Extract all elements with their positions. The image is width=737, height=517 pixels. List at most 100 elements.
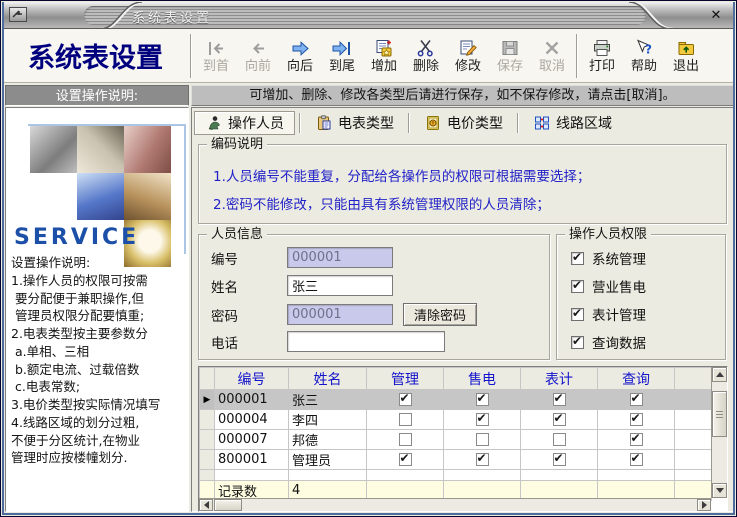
save-button[interactable]: 保存 [489, 32, 531, 80]
cell-id[interactable]: 000001 [215, 390, 289, 410]
scroll-up-button[interactable] [712, 367, 727, 382]
cell-perm-meter[interactable] [521, 410, 598, 430]
down-arrow-icon [716, 488, 724, 493]
row-selector[interactable] [200, 450, 215, 470]
cell-perm-query[interactable] [598, 410, 675, 430]
print-button[interactable]: 打印 [581, 32, 623, 80]
cancel-button[interactable]: 取消 [531, 32, 573, 80]
tab-meter-types[interactable]: 电表类型 [305, 111, 404, 135]
cell-name[interactable]: 张三 [289, 390, 367, 410]
cell-perm-query[interactable] [598, 390, 675, 410]
column-header[interactable]: 编号 [215, 368, 289, 390]
checkbox[interactable] [553, 453, 566, 466]
cell-perm-query[interactable] [598, 450, 675, 470]
scroll-right-button[interactable] [697, 499, 711, 511]
number-field[interactable] [287, 247, 393, 268]
permission-item[interactable]: 查询数据 [571, 332, 646, 352]
coding-note-1: 1.人员编号不能重复，分配给各操作员的权限可根据需要选择； [213, 165, 590, 185]
checkbox[interactable] [399, 433, 412, 446]
checkbox[interactable] [630, 433, 643, 446]
checkbox-label: 营业售电 [592, 276, 646, 296]
help-button[interactable]: ? 帮助 [623, 32, 665, 80]
cell-name[interactable]: 邦德 [289, 430, 367, 450]
checkbox[interactable] [399, 453, 412, 466]
cell-id[interactable]: 000004 [215, 410, 289, 430]
column-header[interactable]: 表计 [521, 368, 598, 390]
scroll-down-button[interactable] [712, 483, 727, 498]
close-button[interactable]: ✕ [706, 6, 726, 25]
permission-item[interactable]: 系统管理 [571, 248, 646, 268]
checkbox[interactable] [571, 336, 584, 349]
tab-line-areas[interactable]: 线路区域 [523, 111, 622, 135]
add-button[interactable]: 增加 [363, 32, 405, 80]
cell-perm-sales[interactable] [444, 390, 521, 410]
tab-operators[interactable]: 操作人员 [194, 111, 295, 135]
scroll-left-button[interactable] [199, 499, 213, 511]
horizontal-scroll-thumb[interactable] [214, 499, 242, 511]
row-selector[interactable] [200, 410, 215, 430]
tab-price-types[interactable]: 电价类型 [414, 111, 513, 135]
cell-perm-meter[interactable] [521, 390, 598, 410]
toolbar-button-label: 增加 [371, 60, 397, 73]
checkbox[interactable] [553, 433, 566, 446]
checkbox[interactable] [571, 280, 584, 293]
cell-id[interactable]: 000007 [215, 430, 289, 450]
cell-id[interactable]: 800001 [215, 450, 289, 470]
cell-name[interactable]: 李四 [289, 410, 367, 430]
checkbox[interactable] [476, 413, 489, 426]
permission-item[interactable]: 表计管理 [571, 304, 646, 324]
cell-perm-query[interactable] [598, 430, 675, 450]
goto-first-button[interactable]: 到首 [195, 32, 237, 80]
cell-perm-manage[interactable] [367, 450, 444, 470]
cell-perm-manage[interactable] [367, 430, 444, 450]
clear-password-button[interactable]: 清除密码 [403, 303, 477, 326]
checkbox[interactable] [476, 433, 489, 446]
checkbox[interactable] [571, 308, 584, 321]
checkbox[interactable] [630, 453, 643, 466]
vertical-scrollbar[interactable] [711, 367, 727, 498]
cell-perm-manage[interactable] [367, 410, 444, 430]
checkbox[interactable] [399, 413, 412, 426]
cell-perm-meter[interactable] [521, 430, 598, 450]
password-field[interactable] [287, 304, 393, 325]
column-header[interactable]: 售电 [444, 368, 521, 390]
checkbox[interactable] [476, 453, 489, 466]
previous-button[interactable]: 向前 [237, 32, 279, 80]
cell-extra [675, 390, 712, 410]
next-button[interactable]: 向后 [279, 32, 321, 80]
table-row[interactable]: 000004 李四 [200, 410, 712, 430]
permission-item[interactable]: 营业售电 [571, 276, 646, 296]
column-header[interactable]: 查询 [598, 368, 675, 390]
table-row[interactable]: ▶ 000001 张三 [200, 390, 712, 410]
checkbox[interactable] [630, 413, 643, 426]
checkbox[interactable] [476, 393, 489, 406]
checkbox[interactable] [571, 252, 584, 265]
cell-name[interactable]: 管理员 [289, 450, 367, 470]
table-row[interactable]: 000007 邦德 [200, 430, 712, 450]
name-field[interactable] [287, 275, 393, 296]
table-row[interactable]: 800001 管理员 [200, 450, 712, 470]
checkbox[interactable] [553, 393, 566, 406]
goto-last-button[interactable]: 到尾 [321, 32, 363, 80]
previous-icon [248, 38, 268, 58]
cell-perm-sales[interactable] [444, 430, 521, 450]
cell-perm-manage[interactable] [367, 390, 444, 410]
checkbox[interactable] [399, 393, 412, 406]
checkbox[interactable] [630, 393, 643, 406]
delete-button[interactable]: 删除 [405, 32, 447, 80]
exit-button[interactable]: 退出 [665, 32, 707, 80]
vertical-scroll-thumb[interactable] [712, 391, 727, 437]
checkbox[interactable] [553, 413, 566, 426]
edit-icon [458, 38, 478, 58]
row-selector[interactable]: ▶ [200, 390, 215, 410]
column-header[interactable]: 姓名 [289, 368, 367, 390]
cell-perm-sales[interactable] [444, 450, 521, 470]
horizontal-scrollbar[interactable] [199, 498, 711, 511]
phone-field[interactable] [287, 331, 445, 352]
column-header[interactable]: 管理 [367, 368, 444, 390]
cell-perm-meter[interactable] [521, 450, 598, 470]
table-header-row: 编号 姓名 管理 售电 表计 查询 [200, 368, 712, 390]
cell-perm-sales[interactable] [444, 410, 521, 430]
row-selector[interactable] [200, 430, 215, 450]
edit-button[interactable]: 修改 [447, 32, 489, 80]
